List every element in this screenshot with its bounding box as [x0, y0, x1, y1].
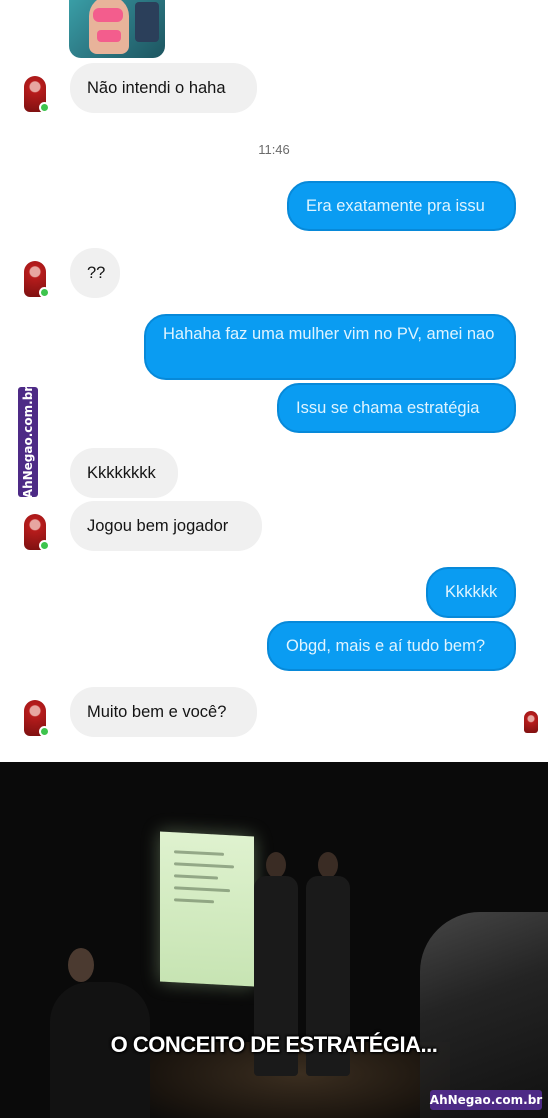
chat-panel: Não intendi o haha 11:46 Era exatamente … [0, 0, 548, 762]
outgoing-message[interactable]: Kkkkkk [426, 567, 516, 618]
outgoing-message[interactable]: Obgd, mais e aí tudo bem? [267, 621, 516, 671]
contact-avatar[interactable] [22, 259, 50, 299]
watermark-text: AhNegao.com.br [429, 1093, 543, 1107]
meme-subtitle: O CONCEITO DE ESTRATÉGIA... [110, 1032, 438, 1057]
read-receipt-avatar [524, 711, 538, 733]
message-text: Issu se chama estratégia [296, 398, 480, 417]
message-text: Era exatamente pra issu [306, 196, 485, 215]
incoming-message[interactable]: ?? [70, 248, 120, 298]
message-text: Jogou bem jogador [87, 516, 229, 535]
shared-photo-thumbnail[interactable] [69, 0, 165, 58]
message-text: Kkkkkk [445, 583, 498, 601]
watermark-logo-bottom: AhNegao.com.br [430, 1090, 542, 1110]
message-text: Obgd, mais e aí tudo bem? [286, 636, 486, 655]
seated-audience [420, 912, 548, 1118]
watermark-text: AhNegao.com.br [21, 385, 35, 499]
online-status-dot [39, 287, 50, 298]
contact-avatar[interactable] [22, 512, 50, 552]
online-status-dot [39, 540, 50, 551]
message-text: Hahaha faz uma mulher vim no PV, amei na… [163, 325, 495, 343]
photo-detail [135, 2, 159, 42]
watermark-logo: AhNegao.com.br [18, 385, 38, 499]
photo-detail [97, 30, 121, 42]
message-text: Kkkkkkkk [87, 463, 156, 482]
screen-text-line [174, 874, 218, 880]
incoming-message[interactable]: Jogou bem jogador [70, 501, 262, 551]
meme-image: O CONCEITO DE ESTRATÉGIA... AhNegao.com.… [0, 762, 548, 1118]
incoming-message[interactable]: Kkkkkkkk [70, 448, 178, 498]
online-status-dot [39, 102, 50, 113]
outgoing-message[interactable]: Era exatamente pra issu [287, 181, 516, 231]
message-timestamp: 11:46 [258, 142, 290, 157]
message-text: Não intendi o haha [87, 78, 226, 97]
contact-avatar[interactable] [22, 74, 50, 114]
contact-avatar[interactable] [22, 698, 50, 738]
incoming-message[interactable]: Muito bem e você? [70, 687, 257, 737]
outgoing-message[interactable]: Issu se chama estratégia [277, 383, 516, 433]
online-status-dot [39, 726, 50, 737]
seated-person-head [68, 948, 94, 982]
screen-text-line [174, 886, 230, 893]
outgoing-message[interactable]: Hahaha faz uma mulher vim no PV, amei na… [144, 314, 516, 380]
message-text: Muito bem e você? [87, 702, 227, 721]
presenter-head [318, 852, 338, 878]
photo-detail [93, 8, 123, 22]
presenter-head [266, 852, 286, 878]
screen-text-line [174, 862, 234, 869]
screen-text-line [174, 850, 224, 856]
projection-screen [160, 831, 254, 987]
screen-text-line [174, 898, 214, 904]
incoming-message[interactable]: Não intendi o haha [70, 63, 257, 113]
message-text: ?? [87, 263, 106, 282]
